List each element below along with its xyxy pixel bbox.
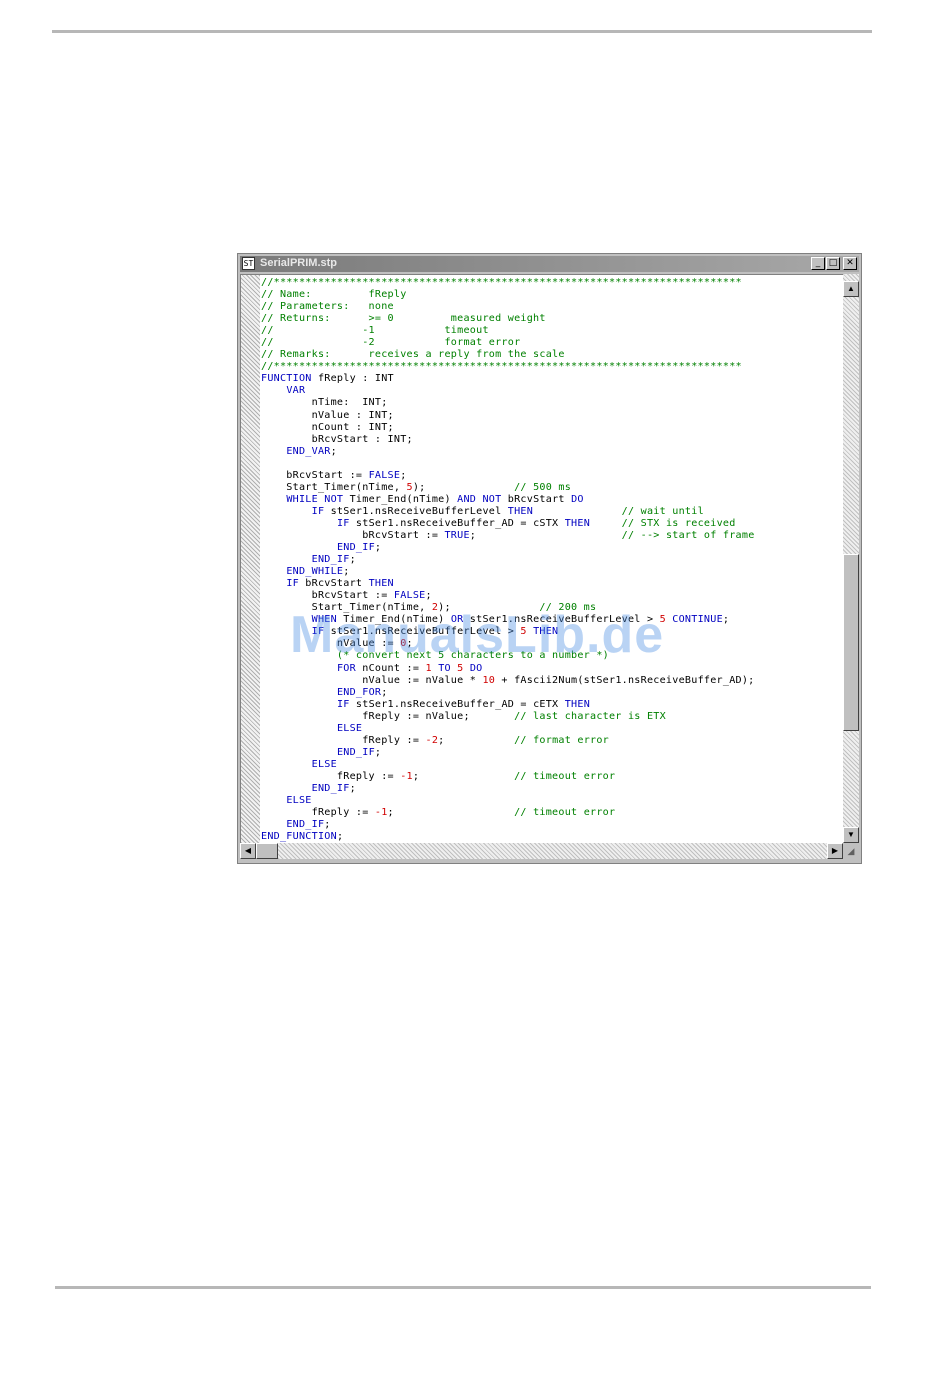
page-top-rule: [52, 30, 872, 33]
code-line[interactable]: bRcvStart : INT;: [261, 434, 755, 446]
minimize-button[interactable]: _: [811, 257, 825, 270]
code-line[interactable]: // Returns: >= 0 measured weight: [261, 313, 755, 325]
maximize-button[interactable]: □: [826, 257, 840, 270]
scroll-left-icon[interactable]: ◀: [240, 843, 256, 859]
code-line[interactable]: fReply := -1; // timeout error: [261, 807, 755, 819]
scroll-right-icon[interactable]: ▶: [827, 843, 843, 859]
code-line[interactable]: END_IF;: [261, 542, 755, 554]
code-line[interactable]: //**************************************…: [261, 277, 755, 289]
code-line[interactable]: END_FUNCTION;: [261, 831, 755, 843]
code-line[interactable]: bRcvStart := FALSE;: [261, 470, 755, 482]
resize-grip-icon[interactable]: ◢: [843, 843, 859, 859]
horizontal-scrollbar[interactable]: ◀ ▶: [240, 843, 843, 859]
code-line[interactable]: WHILE NOT Timer_End(nTime) AND NOT bRcvS…: [261, 494, 755, 506]
editor-gutter: [241, 275, 260, 843]
code-editor-area[interactable]: //**************************************…: [240, 274, 843, 843]
code-line[interactable]: END_VAR;: [261, 446, 755, 458]
code-line[interactable]: nValue : INT;: [261, 410, 755, 422]
code-line[interactable]: fReply := -1; // timeout error: [261, 771, 755, 783]
code-line[interactable]: END_IF;: [261, 747, 755, 759]
code-line[interactable]: END_WHILE;: [261, 566, 755, 578]
code-line[interactable]: Start_Timer(nTime, 5); // 500 ms: [261, 482, 755, 494]
code-line[interactable]: // Remarks: receives a reply from the sc…: [261, 349, 755, 361]
code-line[interactable]: // Parameters: none: [261, 301, 755, 313]
code-line[interactable]: FUNCTION fReply : INT: [261, 373, 755, 385]
code-line[interactable]: nTime: INT;: [261, 397, 755, 409]
code-line[interactable]: // -2 format error: [261, 337, 755, 349]
code-line[interactable]: bRcvStart := TRUE; // --> start of frame: [261, 530, 755, 542]
code-line[interactable]: IF stSer1.nsReceiveBuffer_AD = cSTX THEN…: [261, 518, 755, 530]
page-bottom-rule: [55, 1286, 871, 1289]
code-line[interactable]: IF stSer1.nsReceiveBufferLevel THEN // w…: [261, 506, 755, 518]
code-line[interactable]: fReply := nValue; // last character is E…: [261, 711, 755, 723]
code-line[interactable]: bRcvStart := FALSE;: [261, 590, 755, 602]
code-line[interactable]: VAR: [261, 385, 755, 397]
vertical-scroll-thumb[interactable]: [843, 554, 859, 731]
code-line[interactable]: // Name: fReply: [261, 289, 755, 301]
code-listing[interactable]: //**************************************…: [261, 277, 755, 843]
watermark: ManualsLib.de: [290, 606, 665, 664]
code-line[interactable]: nCount : INT;: [261, 422, 755, 434]
code-line[interactable]: ELSE: [261, 759, 755, 771]
window-title: SerialPRIM.stp: [260, 257, 338, 269]
code-line[interactable]: IF bRcvStart THEN: [261, 578, 755, 590]
code-line[interactable]: END_IF;: [261, 783, 755, 795]
code-line[interactable]: END_IF;: [261, 554, 755, 566]
code-line[interactable]: //**************************************…: [261, 361, 755, 373]
close-button[interactable]: ✕: [843, 257, 857, 270]
code-line[interactable]: nValue := nValue * 10 + fAscii2Num(stSer…: [261, 675, 755, 687]
title-bar[interactable]: ST SerialPRIM.stp _ □ ✕: [240, 256, 859, 272]
editor-window: ST SerialPRIM.stp _ □ ✕ //**************…: [237, 253, 862, 864]
code-line[interactable]: END_IF;: [261, 819, 755, 831]
app-icon[interactable]: ST: [242, 257, 255, 270]
code-line[interactable]: fReply := -2; // format error: [261, 735, 755, 747]
code-line[interactable]: IF stSer1.nsReceiveBuffer_AD = cETX THEN: [261, 699, 755, 711]
code-line[interactable]: // -1 timeout: [261, 325, 755, 337]
scroll-up-icon[interactable]: ▲: [843, 281, 859, 297]
code-line[interactable]: END_FOR;: [261, 687, 755, 699]
horizontal-scroll-thumb[interactable]: [256, 843, 278, 859]
scroll-down-icon[interactable]: ▼: [843, 827, 859, 843]
code-line[interactable]: ELSE: [261, 795, 755, 807]
vertical-scrollbar[interactable]: ▲ ▼: [843, 274, 859, 843]
code-line[interactable]: ELSE: [261, 723, 755, 735]
code-line[interactable]: [261, 458, 755, 470]
